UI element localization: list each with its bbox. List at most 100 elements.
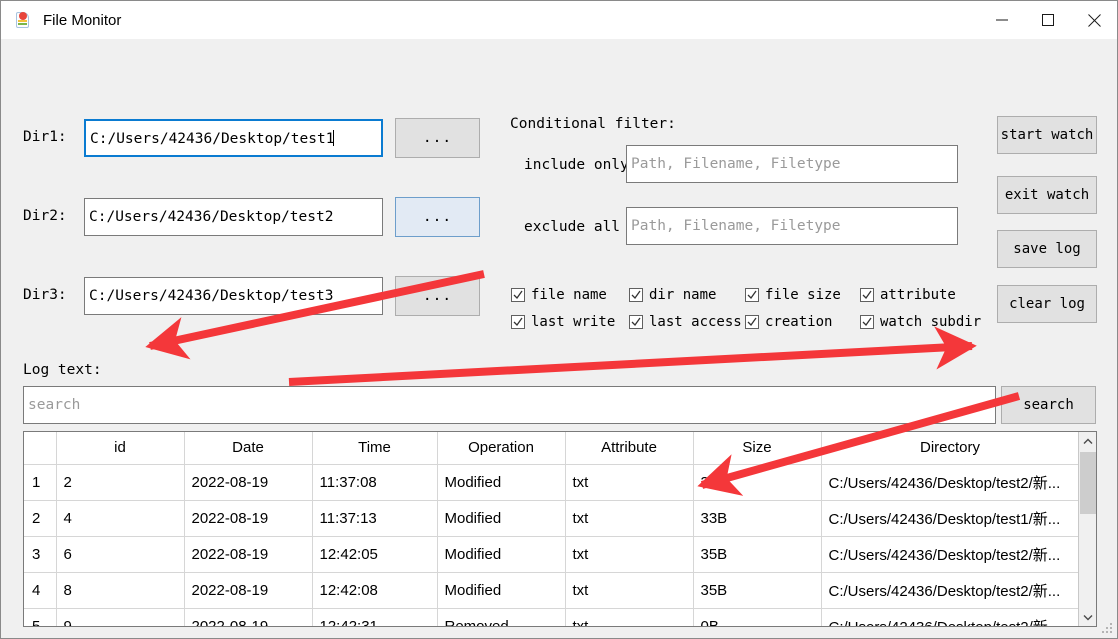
- row-number: 5: [24, 608, 57, 626]
- close-icon: [1087, 13, 1101, 27]
- search-button[interactable]: search: [1001, 386, 1096, 424]
- header-id[interactable]: id: [56, 432, 185, 465]
- dir3-browse-button[interactable]: ...: [395, 276, 480, 316]
- checkbox-attribute[interactable]: attribute: [860, 287, 956, 303]
- scrollbar-thumb[interactable]: [1080, 452, 1096, 514]
- table-row[interactable]: 2 4 2022-08-19 11:37:13 Modified txt 33B…: [24, 500, 1078, 537]
- checkbox-row-1: file name dir name file size attribute: [511, 287, 956, 303]
- exclude-all-input[interactable]: [626, 207, 958, 245]
- dir3-value: C:/Users/42436/Desktop/test3: [89, 288, 334, 304]
- cell-time: 12:42:08: [312, 572, 438, 609]
- cell-time: 12:42:31: [312, 608, 438, 626]
- table-scroll-area: id Date Time Operation Attribute Size Di…: [24, 432, 1078, 626]
- checkmark-icon: [860, 315, 874, 329]
- table-corner-header[interactable]: [24, 432, 57, 465]
- exit-watch-button[interactable]: exit watch: [997, 176, 1097, 214]
- checkbox-dir-name[interactable]: dir name: [629, 287, 745, 303]
- header-directory[interactable]: Directory: [821, 432, 1078, 465]
- cell-size: 35B: [693, 572, 822, 609]
- dir2-browse-button[interactable]: ...: [395, 197, 480, 237]
- cell-time: 12:42:05: [312, 536, 438, 573]
- table-row[interactable]: 5 9 2022-08-19 12:42:31 Removed txt 0B C…: [24, 608, 1078, 626]
- exclude-all-label: exclude all: [524, 219, 621, 235]
- cell-id: 4: [56, 500, 185, 537]
- dir1-input[interactable]: C:/Users/42436/Desktop/test1: [84, 119, 383, 157]
- file-tag-icon: [14, 11, 32, 29]
- cell-id: 8: [56, 572, 185, 609]
- checkbox-label: dir name: [649, 287, 717, 303]
- dir2-input[interactable]: C:/Users/42436/Desktop/test2: [84, 198, 383, 236]
- cell-size: 0B: [693, 608, 822, 626]
- header-date[interactable]: Date: [184, 432, 313, 465]
- dir2-label: Dir2:: [23, 208, 67, 224]
- cell-date: 2022-08-19: [184, 500, 313, 537]
- checkbox-watch-subdir[interactable]: watch subdir: [860, 314, 981, 330]
- close-button[interactable]: [1071, 2, 1117, 39]
- start-watch-button[interactable]: start watch: [997, 116, 1097, 154]
- search-input[interactable]: [23, 386, 996, 424]
- checkbox-label: last write: [531, 314, 616, 330]
- clear-log-button[interactable]: clear log: [997, 285, 1097, 323]
- minimize-button[interactable]: [979, 2, 1025, 39]
- cell-operation: Modified: [437, 500, 566, 537]
- minimize-icon: [996, 14, 1008, 26]
- include-only-label: include only: [524, 157, 629, 173]
- cell-id: 6: [56, 536, 185, 573]
- checkbox-label: file size: [765, 287, 841, 303]
- checkbox-file-size[interactable]: file size: [745, 287, 860, 303]
- cell-size: 35B: [693, 536, 822, 573]
- checkmark-icon: [745, 288, 759, 302]
- resize-grip[interactable]: [1102, 623, 1114, 635]
- checkbox-last-write[interactable]: last write: [511, 314, 629, 330]
- cell-date: 2022-08-19: [184, 608, 313, 626]
- client-area: Dir1: C:/Users/42436/Desktop/test1 ... D…: [1, 39, 1117, 638]
- conditional-filter-title: Conditional filter:: [510, 116, 676, 132]
- include-only-input[interactable]: [626, 145, 958, 183]
- save-log-button[interactable]: save log: [997, 230, 1097, 268]
- cell-attribute: txt: [565, 500, 694, 537]
- table-row[interactable]: 4 8 2022-08-19 12:42:08 Modified txt 35B…: [24, 572, 1078, 609]
- cell-size: 35B: [693, 464, 822, 501]
- checkbox-last-access[interactable]: last access: [629, 314, 745, 330]
- dir1-browse-button[interactable]: ...: [395, 118, 480, 158]
- cell-attribute: txt: [565, 464, 694, 501]
- cell-id: 9: [56, 608, 185, 626]
- cell-attribute: txt: [565, 572, 694, 609]
- maximize-button[interactable]: [1025, 2, 1071, 39]
- dir1-label: Dir1:: [23, 129, 67, 145]
- cell-attribute: txt: [565, 536, 694, 573]
- log-table: id Date Time Operation Attribute Size Di…: [23, 431, 1097, 627]
- checkbox-file-name[interactable]: file name: [511, 287, 629, 303]
- row-number: 3: [24, 536, 57, 573]
- checkbox-label: last access: [649, 314, 742, 330]
- table-vertical-scrollbar[interactable]: [1078, 432, 1096, 626]
- dir2-value: C:/Users/42436/Desktop/test2: [89, 209, 334, 225]
- row-number: 4: [24, 572, 57, 609]
- checkbox-creation[interactable]: creation: [745, 314, 860, 330]
- checkbox-label: creation: [765, 314, 833, 330]
- chevron-up-icon[interactable]: [1079, 432, 1096, 450]
- maximize-icon: [1042, 14, 1054, 26]
- text-caret: [333, 130, 335, 146]
- header-attribute[interactable]: Attribute: [565, 432, 694, 465]
- row-number: 2: [24, 500, 57, 537]
- header-time[interactable]: Time: [312, 432, 438, 465]
- header-operation[interactable]: Operation: [437, 432, 566, 465]
- chevron-down-icon[interactable]: [1079, 608, 1096, 626]
- dir1-value: C:/Users/42436/Desktop/test1: [90, 131, 335, 147]
- checkmark-icon: [860, 288, 874, 302]
- checkmark-icon: [629, 315, 643, 329]
- checkbox-label: file name: [531, 287, 607, 303]
- table-row[interactable]: 3 6 2022-08-19 12:42:05 Modified txt 35B…: [24, 536, 1078, 573]
- table-row[interactable]: 1 2 2022-08-19 11:37:08 Modified txt 35B…: [24, 464, 1078, 501]
- checkmark-icon: [511, 288, 525, 302]
- cell-directory: C:/Users/42436/Desktop/test2/新...: [821, 464, 1078, 501]
- cell-directory: C:/Users/42436/Desktop/test2/新...: [821, 572, 1078, 609]
- cell-date: 2022-08-19: [184, 572, 313, 609]
- app-window: File Monitor Dir1: C:/Users/42436/Deskto…: [0, 0, 1118, 639]
- cell-date: 2022-08-19: [184, 464, 313, 501]
- dir3-input[interactable]: C:/Users/42436/Desktop/test3: [84, 277, 383, 315]
- cell-operation: Removed: [437, 608, 566, 626]
- checkmark-icon: [745, 315, 759, 329]
- header-size[interactable]: Size: [693, 432, 822, 465]
